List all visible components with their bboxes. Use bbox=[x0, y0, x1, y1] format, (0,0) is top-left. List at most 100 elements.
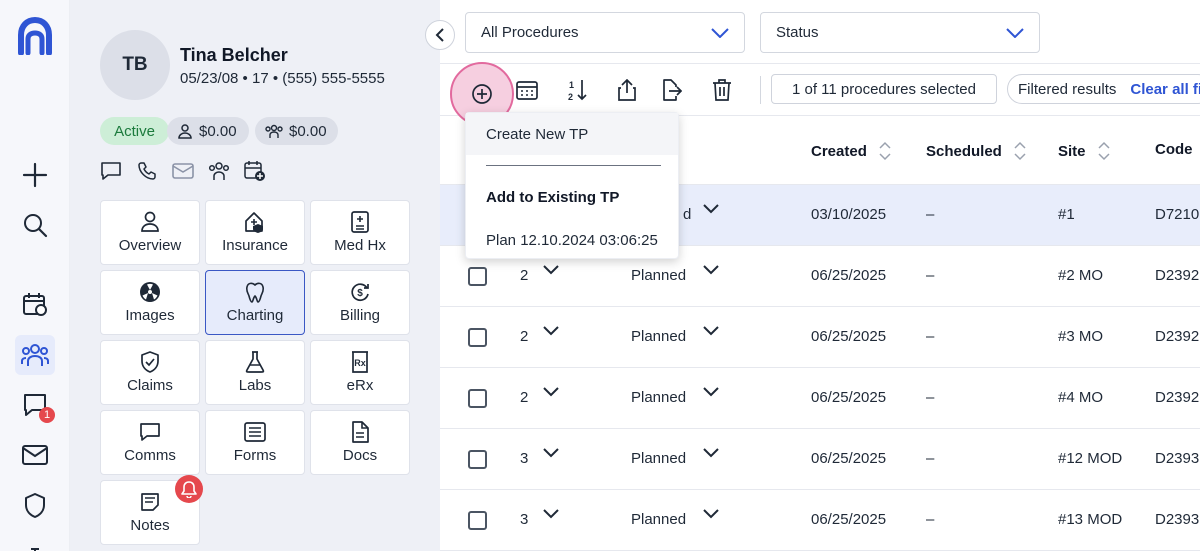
row-site: #1 bbox=[1058, 206, 1075, 223]
tile-med-hx[interactable]: Med Hx bbox=[310, 200, 410, 265]
patient-balance[interactable]: $0.00 bbox=[167, 117, 249, 145]
row-site: #3 MO bbox=[1058, 328, 1104, 345]
form-icon bbox=[244, 421, 266, 443]
row-checkbox[interactable] bbox=[468, 267, 487, 286]
billing-icon: $ bbox=[349, 281, 371, 303]
toolbar-divider bbox=[760, 76, 761, 104]
row-number: 2 bbox=[520, 328, 529, 345]
procedures-filter-select[interactable]: All Procedures bbox=[465, 12, 745, 53]
chevron-down-icon bbox=[703, 509, 719, 519]
messages-icon[interactable]: 1 bbox=[15, 385, 55, 425]
tile-label: Notes bbox=[130, 517, 170, 534]
status-badge: Active bbox=[100, 117, 169, 145]
table-row[interactable]: 2 Planned 06/25/2025 – #4 MO D2392 bbox=[440, 368, 1200, 429]
row-code: D2392 bbox=[1155, 328, 1200, 345]
patient-panel: TB Tina Belcher 05/23/08 • 17 • (555) 55… bbox=[70, 0, 440, 551]
column-site-label: Site bbox=[1058, 142, 1086, 160]
row-scheduled: – bbox=[926, 206, 935, 223]
status-filter-select[interactable]: Status bbox=[760, 12, 1040, 53]
sort-icon bbox=[1014, 141, 1026, 161]
search-icon[interactable] bbox=[15, 205, 55, 245]
family-icon[interactable] bbox=[208, 160, 230, 182]
tile-charting[interactable]: Charting bbox=[205, 270, 305, 335]
mail-icon[interactable] bbox=[172, 160, 194, 182]
tile-notes[interactable]: Notes bbox=[100, 475, 203, 545]
phone-icon[interactable] bbox=[136, 160, 158, 182]
tile-docs[interactable]: Docs bbox=[310, 410, 410, 475]
svg-text:1: 1 bbox=[569, 80, 574, 90]
filter-bar: All Procedures Status bbox=[440, 0, 1200, 64]
patients-icon[interactable] bbox=[15, 335, 55, 375]
flask-icon bbox=[244, 351, 266, 373]
svg-text:Rx: Rx bbox=[354, 358, 366, 368]
tile-overview[interactable]: Overview bbox=[100, 200, 200, 265]
tile-claims[interactable]: Claims bbox=[100, 340, 200, 405]
table-row[interactable]: 2 Planned 06/25/2025 – #3 MO D2392 bbox=[440, 307, 1200, 368]
tile-label: eRx bbox=[346, 377, 374, 394]
chevron-down-icon bbox=[703, 204, 719, 214]
add-icon[interactable] bbox=[15, 155, 55, 195]
shield-icon[interactable] bbox=[15, 485, 55, 525]
row-created: 03/10/2025 bbox=[811, 206, 887, 223]
tile-labs[interactable]: Labs bbox=[205, 340, 305, 405]
chevron-down-icon bbox=[1006, 27, 1024, 38]
tile-label: Docs bbox=[342, 447, 378, 464]
procedures-panel: All Procedures Status 12 1 of 11 procedu… bbox=[440, 0, 1200, 551]
export-button[interactable] bbox=[657, 75, 687, 105]
filtered-results-label: Filtered results bbox=[1018, 80, 1117, 98]
row-status: Planned bbox=[631, 267, 687, 284]
tile-images[interactable]: Images bbox=[100, 270, 200, 335]
insurance-icon bbox=[244, 211, 266, 233]
existing-plan-item[interactable]: Plan 12.10.2024 03:06:25 bbox=[486, 232, 658, 249]
person-icon bbox=[139, 211, 161, 233]
row-created: 06/25/2025 bbox=[811, 328, 887, 345]
collapse-panel-button[interactable] bbox=[425, 20, 455, 50]
tile-comms[interactable]: Comms bbox=[100, 410, 200, 475]
row-checkbox[interactable] bbox=[468, 328, 487, 347]
row-site: #12 MOD bbox=[1058, 450, 1123, 467]
schedule-icon[interactable] bbox=[15, 284, 55, 324]
sort-button[interactable]: 12 bbox=[562, 75, 592, 105]
row-scheduled: – bbox=[926, 267, 935, 284]
tile-insurance[interactable]: Insurance bbox=[205, 200, 305, 265]
more-icon[interactable] bbox=[15, 535, 55, 551]
patient-nav-grid: Overview Insurance Med Hx Images Chartin… bbox=[100, 200, 410, 545]
schedule-button[interactable] bbox=[512, 75, 542, 105]
table-row[interactable]: 3 Planned 06/25/2025 – #12 MOD D2393 bbox=[440, 429, 1200, 490]
row-checkbox[interactable] bbox=[468, 389, 487, 408]
family-balance[interactable]: $0.00 bbox=[255, 117, 338, 145]
row-status: Planned bbox=[631, 450, 687, 467]
share-button[interactable] bbox=[612, 75, 642, 105]
column-site[interactable]: Site bbox=[1058, 141, 1110, 161]
create-new-tp-item[interactable]: Create New TP bbox=[466, 113, 678, 155]
row-created: 06/25/2025 bbox=[811, 389, 887, 406]
row-code: D7210 bbox=[1155, 206, 1200, 223]
mail-icon[interactable] bbox=[15, 435, 55, 475]
chat-icon[interactable] bbox=[100, 160, 122, 182]
sort-icon bbox=[1097, 141, 1110, 161]
delete-button[interactable] bbox=[707, 75, 737, 105]
tile-erx[interactable]: Rx eRx bbox=[310, 340, 410, 405]
clear-all-filters-link[interactable]: Clear all fi bbox=[1130, 81, 1200, 98]
share-icon bbox=[618, 79, 636, 101]
row-checkbox[interactable] bbox=[468, 450, 487, 469]
tile-forms[interactable]: Forms bbox=[205, 410, 305, 475]
add-appointment-icon[interactable] bbox=[244, 160, 266, 182]
row-scheduled: – bbox=[926, 328, 935, 345]
row-created: 06/25/2025 bbox=[811, 450, 887, 467]
row-checkbox[interactable] bbox=[468, 511, 487, 530]
column-created[interactable]: Created bbox=[811, 141, 891, 161]
treatment-plan-menu: Create New TP Add to Existing TP Plan 12… bbox=[465, 112, 679, 259]
contact-actions bbox=[100, 160, 266, 182]
chevron-down-icon bbox=[543, 326, 559, 336]
bell-icon[interactable] bbox=[175, 475, 203, 503]
procedures-filter-value: All Procedures bbox=[481, 24, 579, 41]
column-scheduled-label: Scheduled bbox=[926, 142, 1002, 160]
family-balance-value: $0.00 bbox=[289, 122, 327, 140]
tile-billing[interactable]: $ Billing bbox=[310, 270, 410, 335]
column-code[interactable]: Code bbox=[1155, 141, 1193, 158]
column-scheduled[interactable]: Scheduled bbox=[926, 141, 1026, 161]
app-logo[interactable] bbox=[17, 16, 53, 56]
rx-icon: Rx bbox=[349, 351, 371, 373]
table-row[interactable]: 3 Planned 06/25/2025 – #13 MOD D2393 bbox=[440, 490, 1200, 551]
